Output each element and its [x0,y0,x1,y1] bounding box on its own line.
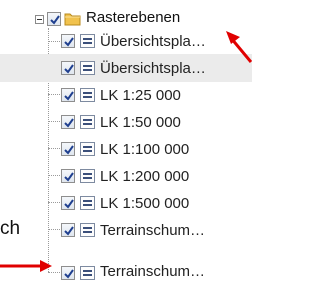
checkmark-icon [64,118,74,128]
layer-checkbox[interactable] [61,115,75,129]
raster-layer-icon [80,61,95,75]
layer-label: LK 1:100 000 [100,141,190,158]
tree-item[interactable]: LK 1:100 000 [0,135,252,163]
layer-label: Terrainschum… [100,222,206,239]
layer-label: Terrainschum… [100,263,206,280]
checkmark-icon [50,15,60,25]
layer-checkbox[interactable] [61,34,75,48]
root-checkbox[interactable] [47,12,61,26]
tree-item[interactable]: Terrainschum… [0,259,252,287]
raster-layer-icon [80,169,95,183]
checkmark-icon [64,91,74,101]
tree-item[interactable]: LK 1:500 000 [0,189,252,217]
layer-checkbox[interactable] [61,61,75,75]
root-label: Rasterebenen [86,9,181,26]
checkmark-icon [64,145,74,155]
layer-checkbox[interactable] [61,169,75,183]
tree-item[interactable]: Übersichtspla… [0,54,252,82]
collapse-toggle[interactable] [35,15,44,24]
checkmark-icon [64,172,74,182]
layer-tree: Rasterebenen Übersichtspla… Übersichtspl… [0,0,252,285]
tree-item[interactable]: Terrainschum… [0,216,252,244]
layer-label: LK 1:25 000 [100,87,181,104]
layer-label: LK 1:500 000 [100,195,190,212]
layer-checkbox[interactable] [61,142,75,156]
raster-layer-icon [80,34,95,48]
raster-layer-icon [80,88,95,102]
checkmark-icon [64,226,74,236]
layer-checkbox[interactable] [61,196,75,210]
raster-layer-icon [80,196,95,210]
layer-checkbox[interactable] [61,88,75,102]
tree-item[interactable]: LK 1:25 000 [0,81,252,109]
tree-item[interactable]: Übersichtspla… [0,28,252,56]
tree-item[interactable]: LK 1:50 000 [0,108,252,136]
raster-layer-icon [80,266,95,280]
raster-layer-icon [80,115,95,129]
layer-label: LK 1:200 000 [100,168,190,185]
checkmark-icon [64,64,74,74]
layer-checkbox[interactable] [61,223,75,237]
layer-label: Übersichtspla… [100,33,206,50]
raster-layer-icon [80,223,95,237]
folder-icon [64,13,81,26]
tree-item[interactable]: LK 1:200 000 [0,162,252,190]
layer-label: Übersichtspla… [100,60,206,77]
checkmark-icon [64,269,74,279]
layer-checkbox[interactable] [61,266,75,280]
raster-layer-icon [80,142,95,156]
annotation-text: ch [0,218,21,239]
checkmark-icon [64,37,74,47]
layer-label: LK 1:50 000 [100,114,181,131]
checkmark-icon [64,199,74,209]
